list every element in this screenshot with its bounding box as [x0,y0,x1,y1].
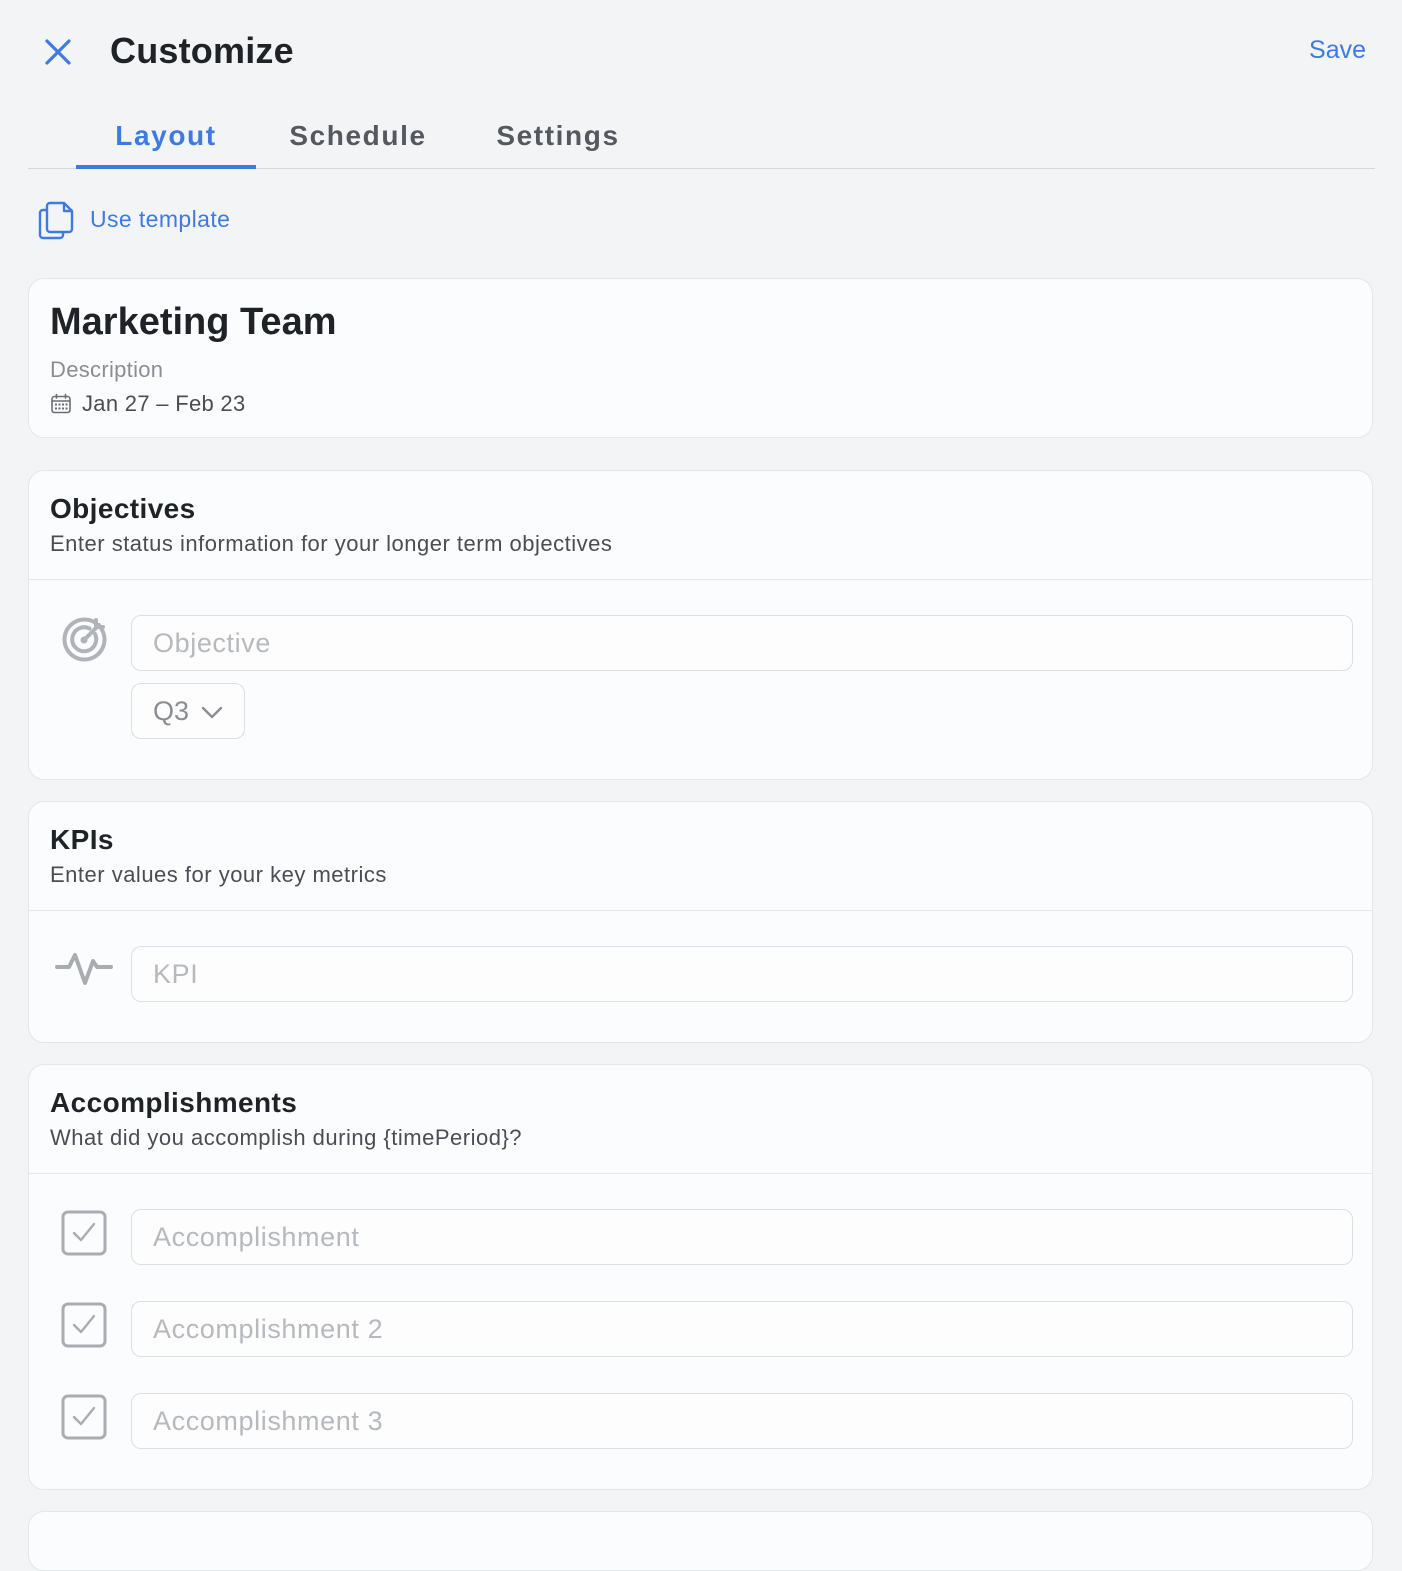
accomplishments-section: Accomplishments What did you accomplish … [28,1064,1373,1490]
objectives-header: Objectives Enter status information for … [29,471,1372,580]
objectives-subtitle: Enter status information for your longer… [50,531,613,556]
quarter-dropdown[interactable]: Q3 [131,683,245,739]
save-button[interactable]: Save [1309,36,1366,65]
chevron-down-icon [201,706,223,718]
objective-row-icon [59,614,109,664]
accomplishments-subtitle: What did you accomplish during {timePeri… [50,1125,523,1150]
accomplishments-header: Accomplishments What did you accomplish … [29,1065,1372,1174]
checkbox-icon [61,1394,107,1440]
top-bar: Customize Save [0,0,1402,100]
accomplishment-input[interactable] [131,1393,1353,1449]
accomplishment-checkbox[interactable] [59,1208,109,1258]
checkbox-icon [61,1210,107,1256]
use-template-button[interactable]: Use template [36,196,230,242]
close-button[interactable] [38,32,78,72]
tab-settings[interactable]: Settings [472,106,644,166]
accomplishment-input[interactable] [131,1209,1353,1265]
kpis-header: KPIs Enter values for your key metrics [29,802,1372,911]
objectives-title: Objectives [50,493,196,524]
copy-document-icon [38,201,74,240]
tab-schedule[interactable]: Schedule [268,106,448,166]
kpis-title: KPIs [50,824,114,855]
kpi-row-icon [55,942,113,992]
date-range-text: Jan 27 – Feb 23 [82,391,246,416]
objective-input[interactable] [131,615,1353,671]
next-section [28,1511,1373,1571]
use-template-label: Use template [90,205,231,232]
checkbox-icon [61,1302,107,1348]
target-icon [62,617,107,662]
close-icon [45,39,71,65]
accomplishment-input[interactable] [131,1301,1353,1357]
team-description[interactable]: Description [50,357,163,383]
accomplishments-title: Accomplishments [50,1087,298,1118]
quarter-value: Q3 [153,695,190,726]
tab-bar: Layout Schedule Settings [28,106,1375,169]
activity-pulse-icon [55,953,113,985]
kpis-section: KPIs Enter values for your key metrics [28,801,1373,1043]
kpi-input[interactable] [131,946,1353,1002]
date-range[interactable]: Jan 27 – Feb 23 [50,391,246,417]
accomplishment-checkbox[interactable] [59,1392,109,1442]
accomplishment-checkbox[interactable] [59,1300,109,1350]
tab-layout[interactable]: Layout [76,106,256,169]
page-title: Customize [110,30,294,71]
kpis-subtitle: Enter values for your key metrics [50,862,387,887]
calendar-icon [51,393,71,414]
team-card: Marketing Team Description Jan 27 – Feb … [28,278,1373,438]
team-name[interactable]: Marketing Team [50,301,336,344]
objectives-section: Objectives Enter status information for … [28,470,1373,780]
